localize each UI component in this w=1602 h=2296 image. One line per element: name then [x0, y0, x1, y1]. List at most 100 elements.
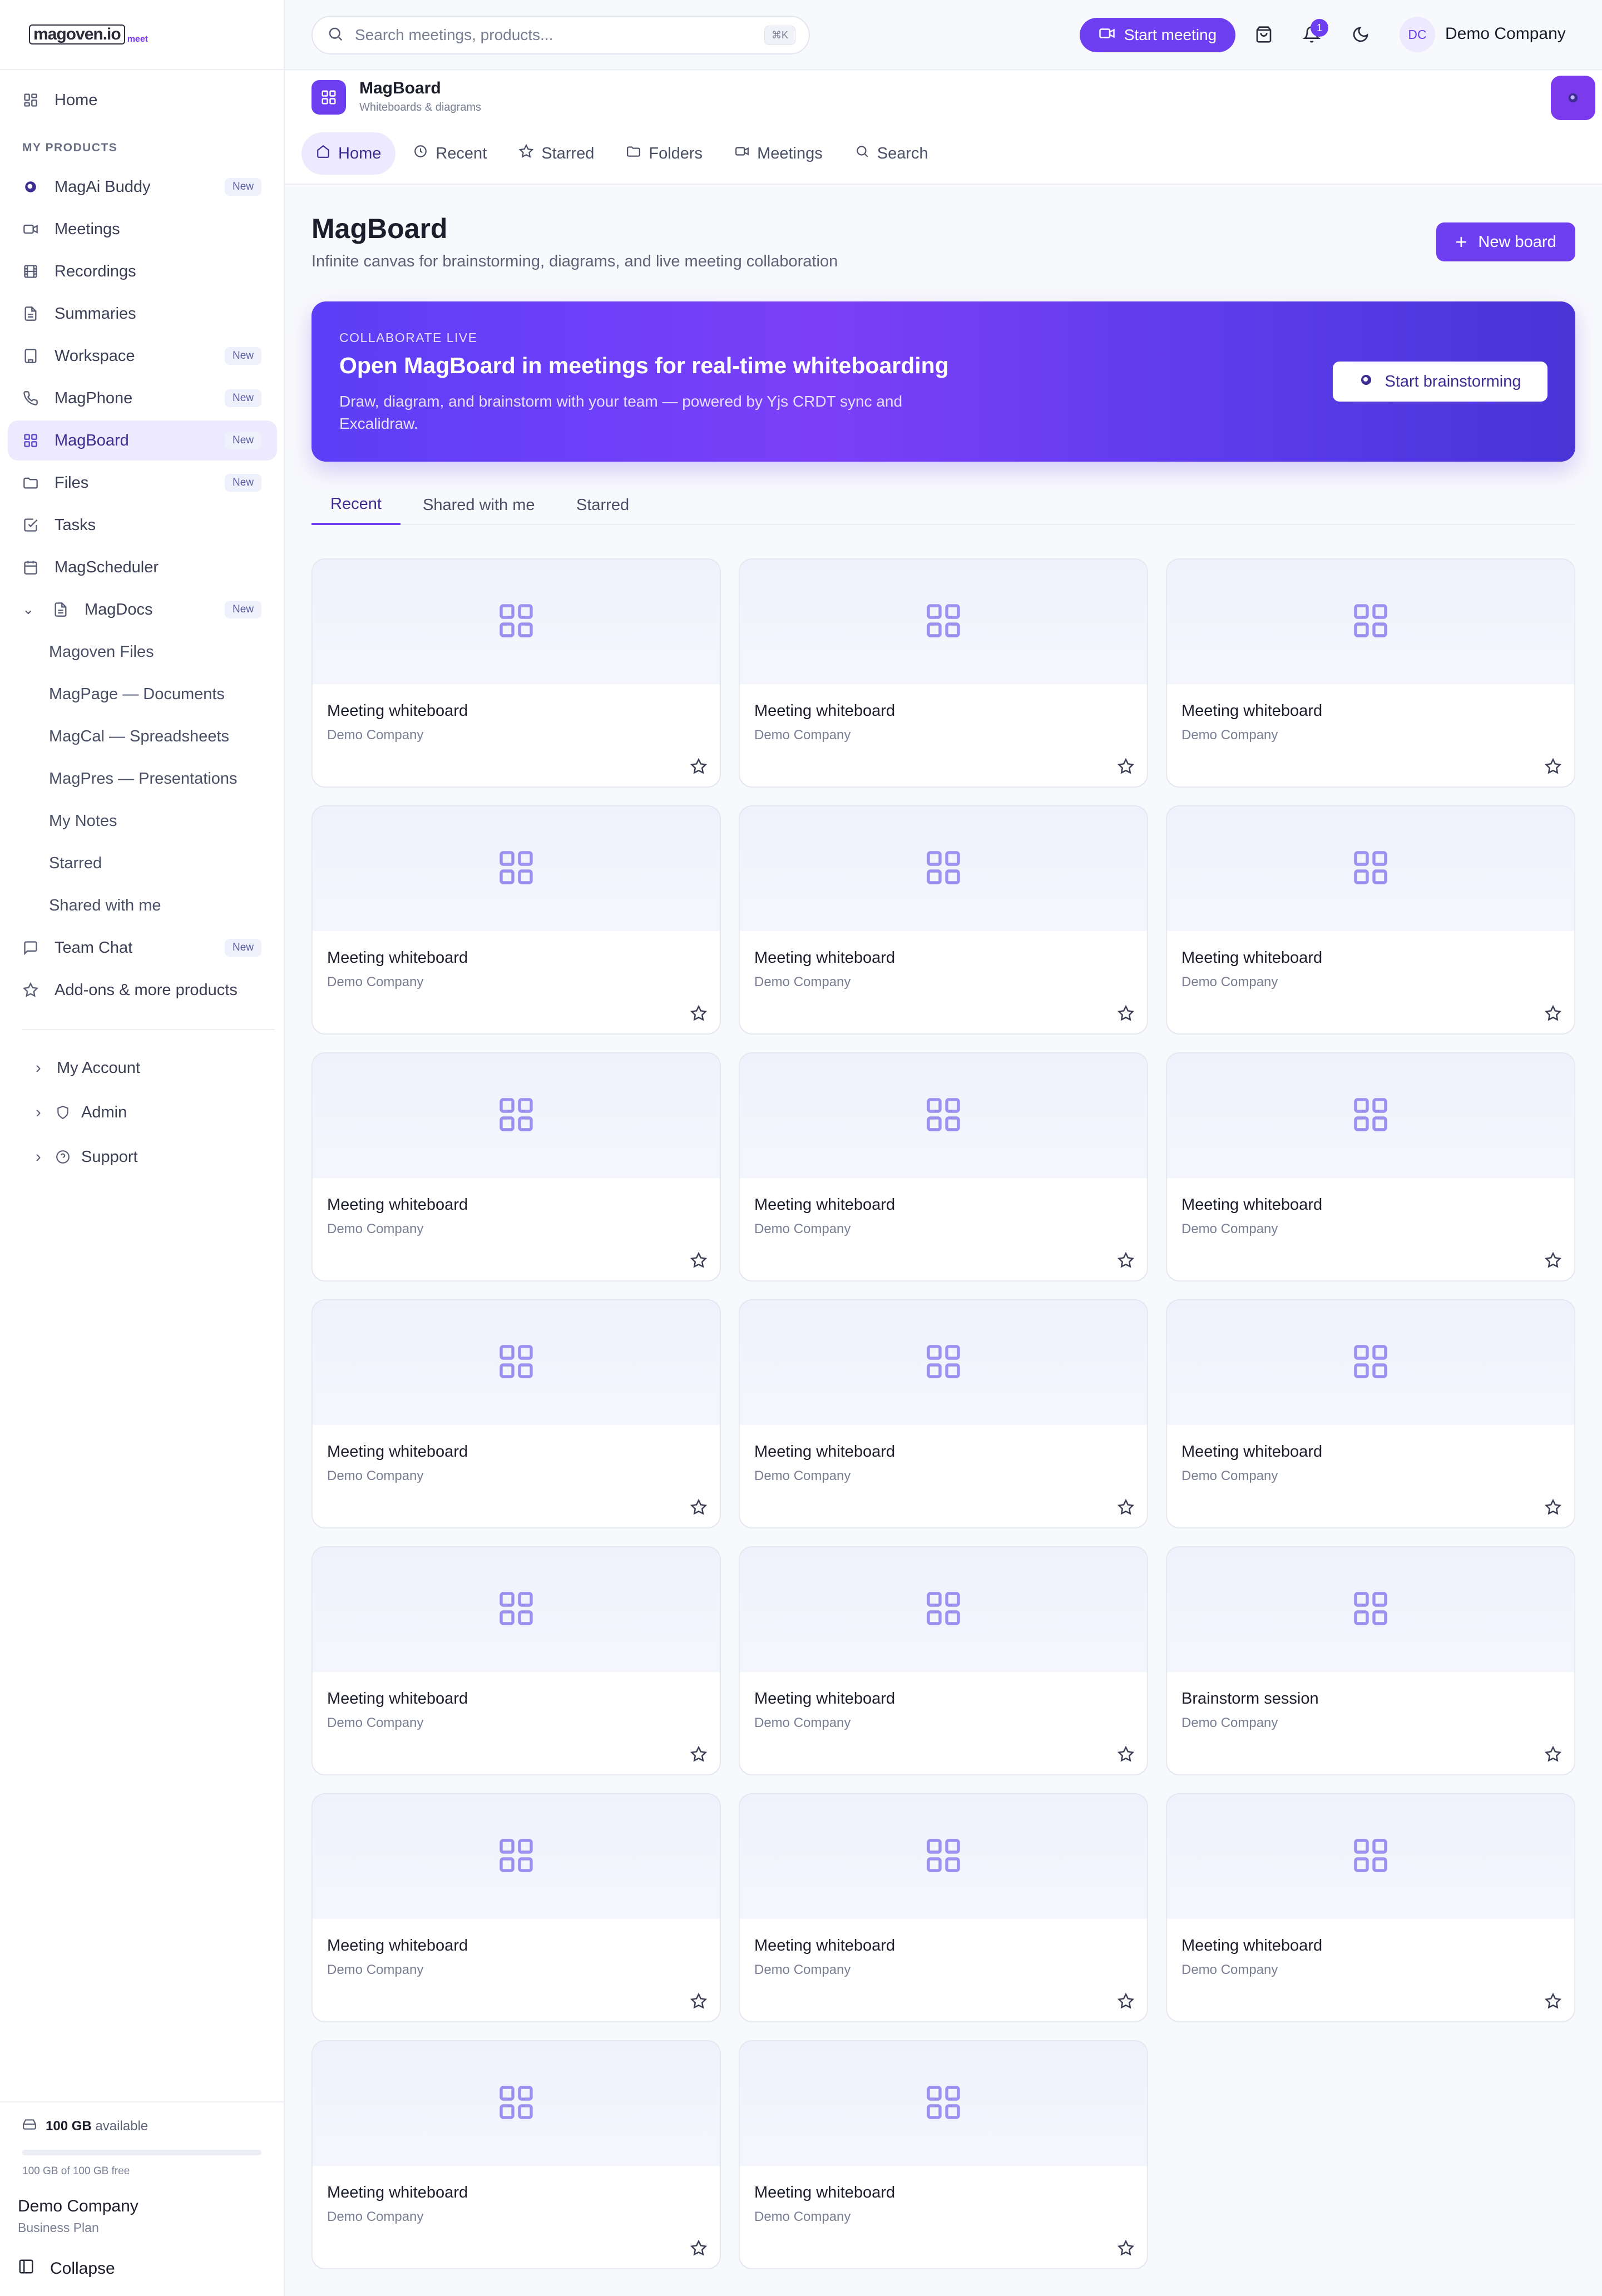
- ai-assistant-button[interactable]: [1551, 76, 1595, 120]
- board-tab-starred[interactable]: Starred: [576, 485, 629, 525]
- board-card[interactable]: Meeting whiteboard Demo Company: [1166, 1299, 1575, 1528]
- search-box[interactable]: ⌘K: [312, 16, 810, 55]
- star-icon[interactable]: [689, 1497, 709, 1517]
- star-icon[interactable]: [689, 756, 709, 776]
- video-icon: [735, 144, 749, 163]
- star-icon[interactable]: [1543, 756, 1563, 776]
- sidebar-subitem-magpres[interactable]: MagPres — Presentations: [8, 759, 277, 799]
- board-card[interactable]: Meeting whiteboard Demo Company: [1166, 1052, 1575, 1281]
- board-title: Meeting whiteboard: [327, 702, 468, 720]
- star-icon[interactable]: [689, 1744, 709, 1764]
- board-card[interactable]: Meeting whiteboard Demo Company: [312, 558, 721, 788]
- board-owner: Demo Company: [754, 2209, 851, 2224]
- star-icon[interactable]: [1116, 1497, 1136, 1517]
- star-icon[interactable]: [689, 1991, 709, 2011]
- collapse-label: Collapse: [50, 2259, 115, 2278]
- sidebar-item-support[interactable]: › Support: [8, 1137, 277, 1177]
- tab-home[interactable]: Home: [301, 132, 396, 175]
- sidebar-item-addons[interactable]: Add-ons & more products: [8, 970, 277, 1010]
- tab-folders[interactable]: Folders: [612, 132, 717, 175]
- home-icon: [316, 144, 330, 163]
- avatar[interactable]: DC: [1400, 17, 1435, 52]
- board-card[interactable]: Meeting whiteboard Demo Company: [1166, 558, 1575, 788]
- company-info[interactable]: Demo Company Business Plan: [18, 2197, 139, 2235]
- board-thumbnail: [313, 1300, 720, 1425]
- sidebar-item-workspace[interactable]: Workspace New: [8, 336, 277, 376]
- sidebar-item-home[interactable]: Home: [8, 80, 277, 120]
- sidebar-item-magboard[interactable]: MagBoard New: [8, 420, 277, 461]
- star-icon[interactable]: [1116, 1250, 1136, 1270]
- new-board-button[interactable]: + New board: [1436, 222, 1575, 261]
- cart-icon[interactable]: [1253, 23, 1275, 46]
- star-icon[interactable]: [1116, 1744, 1136, 1764]
- star-icon[interactable]: [1116, 2238, 1136, 2258]
- star-icon[interactable]: [1116, 1003, 1136, 1023]
- board-title: Meeting whiteboard: [754, 949, 896, 967]
- board-card[interactable]: Meeting whiteboard Demo Company: [312, 2040, 721, 2269]
- board-card[interactable]: Meeting whiteboard Demo Company: [312, 1546, 721, 1775]
- tab-meetings[interactable]: Meetings: [720, 132, 837, 175]
- new-badge: New: [224, 474, 261, 492]
- sidebar-item-admin[interactable]: › Admin: [8, 1092, 277, 1132]
- board-title: Meeting whiteboard: [327, 1937, 468, 1954]
- board-card[interactable]: Meeting whiteboard Demo Company: [739, 558, 1148, 788]
- moon-icon[interactable]: [1349, 23, 1372, 46]
- board-card[interactable]: Meeting whiteboard Demo Company: [1166, 805, 1575, 1035]
- star-icon[interactable]: [1543, 1744, 1563, 1764]
- star-icon[interactable]: [1543, 1003, 1563, 1023]
- sidebar-item-magai-buddy[interactable]: MagAi Buddy New: [8, 167, 277, 207]
- star-icon[interactable]: [1116, 1991, 1136, 2011]
- tab-recent[interactable]: Recent: [399, 132, 501, 175]
- start-meeting-button[interactable]: Start meeting: [1080, 18, 1235, 52]
- sidebar-subitem-magoven-files[interactable]: Magoven Files: [8, 632, 277, 672]
- sidebar-subitem-magpage[interactable]: MagPage — Documents: [8, 674, 277, 714]
- sidebar-item-tasks[interactable]: Tasks: [8, 505, 277, 545]
- sidebar-subitem-my-notes[interactable]: My Notes: [8, 801, 277, 841]
- sidebar-item-magphone[interactable]: MagPhone New: [8, 378, 277, 418]
- board-card[interactable]: Meeting whiteboard Demo Company: [312, 1793, 721, 2022]
- sidebar-item-team-chat[interactable]: Team Chat New: [8, 928, 277, 968]
- sidebar-item-meetings[interactable]: Meetings: [8, 209, 277, 249]
- sidebar-item-my-account[interactable]: › My Account: [8, 1048, 277, 1088]
- account-name[interactable]: Demo Company: [1445, 24, 1566, 43]
- sidebar-item-summaries[interactable]: Summaries: [8, 294, 277, 334]
- collapse-button[interactable]: Collapse: [18, 2258, 115, 2279]
- board-owner: Demo Company: [327, 728, 424, 743]
- star-icon[interactable]: [1116, 756, 1136, 776]
- sidebar-item-magscheduler[interactable]: MagScheduler: [8, 547, 277, 587]
- star-icon[interactable]: [689, 1003, 709, 1023]
- board-card[interactable]: Meeting whiteboard Demo Company: [312, 1052, 721, 1281]
- board-card[interactable]: Meeting whiteboard Demo Company: [312, 805, 721, 1035]
- sidebar-item-magdocs[interactable]: MagDocs New: [8, 590, 277, 630]
- star-icon[interactable]: [1543, 1991, 1563, 2011]
- board-tab-shared[interactable]: Shared with me: [423, 485, 535, 525]
- board-tab-recent[interactable]: Recent: [312, 485, 400, 525]
- sidebar-subitem-starred[interactable]: Starred: [8, 843, 277, 883]
- film-icon: [22, 263, 39, 280]
- board-card[interactable]: Meeting whiteboard Demo Company: [739, 1793, 1148, 2022]
- board-card[interactable]: Meeting whiteboard Demo Company: [739, 1052, 1148, 1281]
- board-card[interactable]: Meeting whiteboard Demo Company: [739, 1546, 1148, 1775]
- tab-search[interactable]: Search: [840, 132, 943, 175]
- brand-logo[interactable]: magoven.io meet: [29, 22, 148, 44]
- sidebar-item-recordings[interactable]: Recordings: [8, 251, 277, 291]
- start-brainstorming-button[interactable]: Start brainstorming: [1333, 362, 1547, 402]
- star-icon[interactable]: [1543, 1250, 1563, 1270]
- board-card[interactable]: Brainstorm session Demo Company: [1166, 1546, 1575, 1775]
- sidebar-item-files[interactable]: Files New: [8, 463, 277, 503]
- star-icon[interactable]: [1543, 1497, 1563, 1517]
- search-input[interactable]: [355, 26, 744, 44]
- sidebar-subitem-shared[interactable]: Shared with me: [8, 885, 277, 926]
- phone-icon: [22, 390, 39, 407]
- star-icon[interactable]: [689, 2238, 709, 2258]
- board-card[interactable]: Meeting whiteboard Demo Company: [739, 1299, 1148, 1528]
- board-card[interactable]: Meeting whiteboard Demo Company: [312, 1299, 721, 1528]
- board-thumbnail: [1167, 560, 1574, 684]
- sidebar-subitem-magcal[interactable]: MagCal — Spreadsheets: [8, 716, 277, 756]
- board-card[interactable]: Meeting whiteboard Demo Company: [739, 805, 1148, 1035]
- star-icon[interactable]: [689, 1250, 709, 1270]
- board-card[interactable]: Meeting whiteboard Demo Company: [739, 2040, 1148, 2269]
- board-owner: Demo Company: [754, 1962, 851, 1977]
- tab-starred[interactable]: Starred: [505, 132, 609, 175]
- board-card[interactable]: Meeting whiteboard Demo Company: [1166, 1793, 1575, 2022]
